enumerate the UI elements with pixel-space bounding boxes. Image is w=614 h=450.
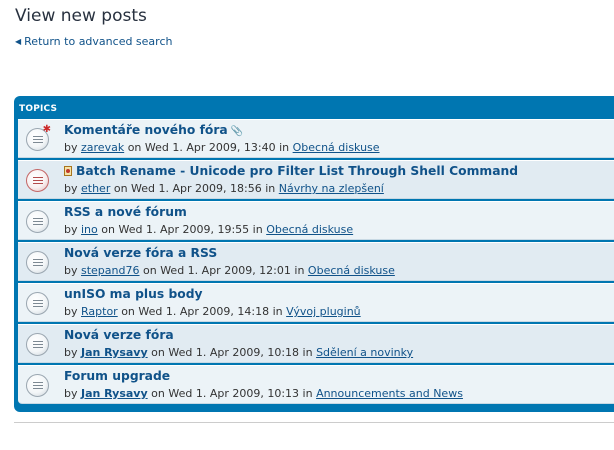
topic-forum-link[interactable]: Obecná diskuse [266,223,353,236]
topic-title-link[interactable]: Komentáře nového fóra 📎 [64,123,243,137]
topic-meta: by zarevak on Wed 1. Apr 2009, 13:40 in … [64,141,380,154]
topic-title-link[interactable]: Nová verze fóra [64,328,174,342]
topic-row: RSS a nové fórum by ino on Wed 1. Apr 20… [18,201,614,240]
topic-author-link[interactable]: stepand76 [81,264,140,277]
topic-date: Wed 1. Apr 2009, 18:56 [131,182,262,195]
topic-read-icon [26,333,49,356]
new-star-icon: ✱ [42,124,51,135]
topic-unread-hot-icon: ✱ [26,124,51,151]
topic-date: Wed 1. Apr 2009, 13:40 [144,141,276,154]
attachment-icon: 📎 [230,126,244,137]
topic-read-icon [26,374,49,397]
topic-author-link[interactable]: ether [81,182,110,195]
topic-read-icon [26,292,49,315]
topic-forum-link[interactable]: Obecná diskuse [308,264,395,277]
topic-author-link[interactable]: ino [81,223,98,236]
topic-date: Wed 1. Apr 2009, 12:01 [160,264,291,277]
topic-date: Wed 1. Apr 2009, 10:18 [168,346,300,359]
topic-forum-link[interactable]: Sdělení a novinky [316,346,413,359]
topic-list: ✱ Komentáře nového fóra 📎 by zarevak on W… [18,119,614,404]
topic-date: Wed 1. Apr 2009, 10:13 [168,387,300,400]
topic-read-icon [26,251,49,274]
topic-author-link[interactable]: Jan Rysavy [81,387,148,400]
footer-divider [14,422,614,423]
topic-title-link[interactable]: Forum upgrade [64,369,170,383]
topic-author-link[interactable]: Raptor [81,305,118,318]
topic-title-text: Batch Rename - Unicode pro Filter List T… [76,164,519,178]
topic-title-link[interactable]: Nová verze fóra a RSS [64,246,217,260]
topic-forum-link[interactable]: Announcements and News [316,387,463,400]
topic-locked-icon [26,169,49,192]
topic-title-link[interactable]: RSS a nové fórum [64,205,187,219]
topic-forum-link[interactable]: Návrhy na zlepšení [279,182,384,195]
topic-meta: by stepand76 on Wed 1. Apr 2009, 12:01 i… [64,264,395,277]
topic-author-link[interactable]: zarevak [81,141,124,154]
topic-title-text: Komentáře nového fóra [64,123,228,137]
topic-forum-link[interactable]: Vývoj pluginů [286,305,361,318]
return-to-advanced-search-link[interactable]: ◀ Return to advanced search [15,35,172,48]
topic-date: Wed 1. Apr 2009, 14:18 [138,305,270,318]
topics-panel: TOPICS ✱ Komentáře nového fóra 📎 by zarev… [14,96,614,412]
global-announcement-icon [64,166,72,176]
topic-row: Forum upgrade by Jan Rysavy on Wed 1. Ap… [18,365,614,404]
topic-meta: by Jan Rysavy on Wed 1. Apr 2009, 10:13 … [64,387,463,400]
topic-meta: by ino on Wed 1. Apr 2009, 19:55 in Obec… [64,223,354,236]
topic-read-icon [26,210,49,233]
topic-row: Nová verze fóra a RSS by stepand76 on We… [18,242,614,281]
topic-title-link[interactable]: unISO ma plus body [64,287,203,301]
topic-row: Nová verze fóra by Jan Rysavy on Wed 1. … [18,324,614,363]
topic-meta: by Jan Rysavy on Wed 1. Apr 2009, 10:18 … [64,346,414,359]
topic-row: ✱ Komentáře nového fóra 📎 by zarevak on W… [18,119,614,158]
topics-header: TOPICS [19,104,58,114]
topic-date: Wed 1. Apr 2009, 19:55 [118,223,250,236]
topic-meta: by Raptor on Wed 1. Apr 2009, 14:18 in V… [64,305,361,318]
topic-row: Batch Rename - Unicode pro Filter List T… [18,160,614,199]
topic-author-link[interactable]: Jan Rysavy [81,346,148,359]
topic-meta: by ether on Wed 1. Apr 2009, 18:56 in Ná… [64,182,384,195]
return-link-label: Return to advanced search [24,35,173,48]
topic-title-link[interactable]: Batch Rename - Unicode pro Filter List T… [64,164,518,178]
topic-row: unISO ma plus body by Raptor on Wed 1. A… [18,283,614,322]
chevron-left-icon: ◀ [15,37,22,46]
page-title: View new posts [15,6,147,26]
topic-forum-link[interactable]: Obecná diskuse [293,141,380,154]
